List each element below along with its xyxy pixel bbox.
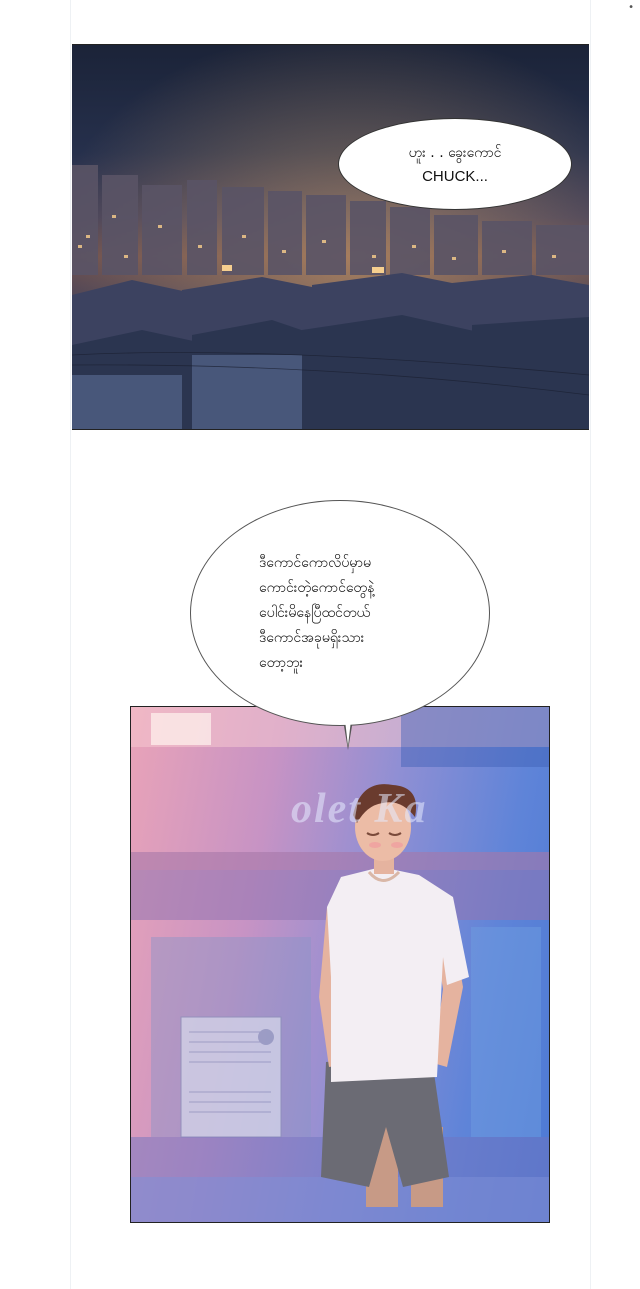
- bubble-2-line-4: ဒီကောင်အခုမရှိးသား: [259, 629, 365, 646]
- bubble-2-line-3: ပေါင်းမိနေပြီထင်တယ်: [259, 604, 371, 621]
- store-sign: olet Ka: [291, 786, 428, 832]
- gutter-line-left: [70, 0, 71, 1289]
- speech-bubble-1: ဟူး . . ခွေးကောင် CHUCK...: [338, 118, 572, 210]
- speech-bubble-2-tail-fill: [345, 720, 351, 746]
- bubble-2-line-5: တော့ဘူး: [259, 654, 304, 671]
- bubble-2-line-2: ကောင်းတဲ့ကောင်တွေနဲ့: [259, 579, 375, 596]
- gutter-line-right: [590, 0, 591, 1289]
- panel-young-man: olet Ka: [130, 706, 550, 1223]
- speech-bubble-2: ဒီကောင်ကောလိပ်မှာမ ကောင်းတဲ့ကောင်တွေနဲ့ …: [190, 500, 490, 726]
- city-skyline-illustration: [72, 45, 589, 429]
- panel-night-city: [72, 44, 589, 430]
- bubble-1-line-1: ဟူး . . ခွေးကောင်: [408, 145, 502, 161]
- bubble-2-line-1: ဒီကောင်ကောလိပ်မှာမ: [259, 554, 372, 571]
- air-conditioner: [180, 1016, 282, 1138]
- corner-mark: •: [628, 2, 634, 13]
- bubble-1-line-2: CHUCK...: [422, 168, 488, 185]
